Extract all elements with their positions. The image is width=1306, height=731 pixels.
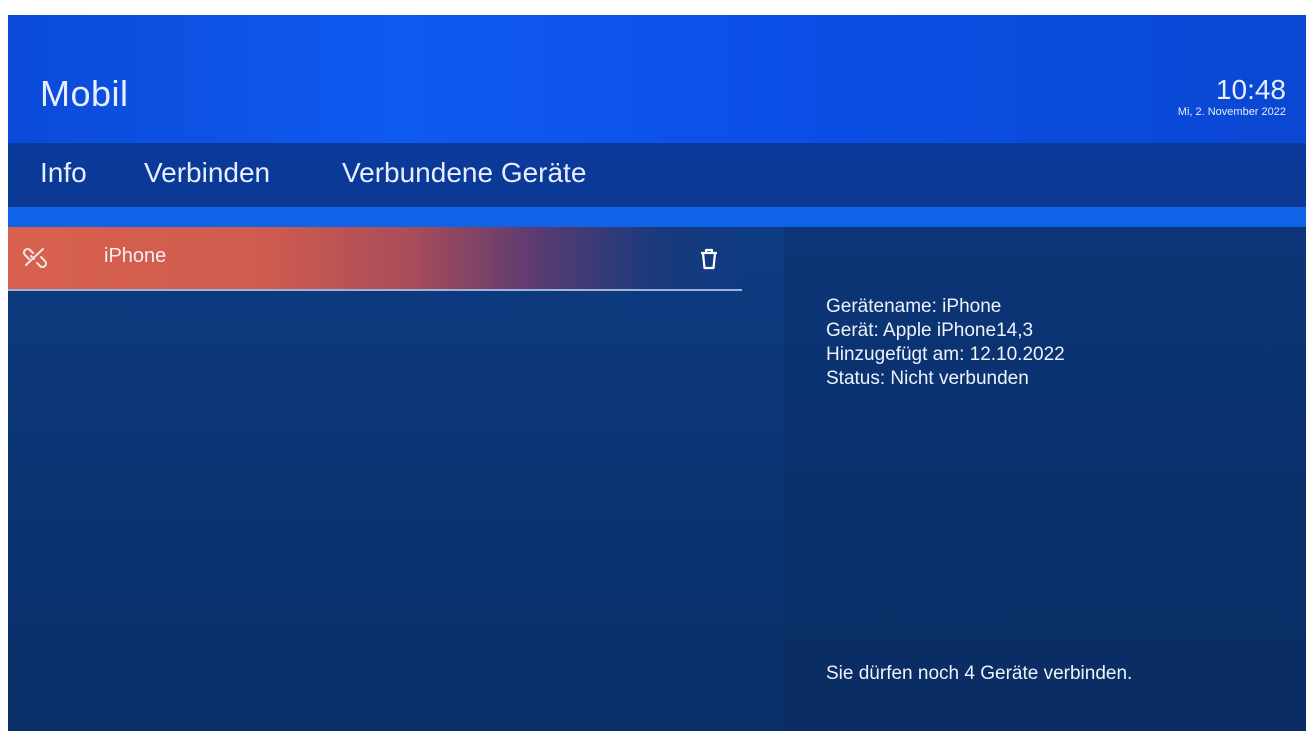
tab-bar: Info Verbinden Verbundene Geräte — [8, 143, 1306, 207]
device-row-iphone[interactable]: iPhone — [8, 227, 742, 291]
device-list: iPhone — [8, 227, 784, 731]
detail-device-name: Gerätename: iPhone — [826, 296, 1002, 317]
tab-verbinden[interactable]: Verbinden — [144, 157, 270, 189]
detail-status: Status: Nicht verbunden — [826, 368, 1029, 389]
header-bar: Mobil 10:48 Mi, 2. November 2022 — [8, 15, 1306, 143]
tab-indicator-strip — [8, 207, 1306, 227]
device-name: iPhone — [104, 245, 167, 267]
device-details: Gerätename: iPhone Gerät: Apple iPhone14… — [826, 295, 1065, 391]
device-details-panel: Gerätename: iPhone Gerät: Apple iPhone14… — [784, 227, 1306, 731]
detail-device-model: Gerät: Apple iPhone14,3 — [826, 320, 1034, 341]
tv-screen: Mobil 10:48 Mi, 2. November 2022 Info Ve… — [8, 15, 1306, 731]
tab-verbundene-geraete[interactable]: Verbundene Geräte — [342, 157, 586, 189]
clock-time: 10:48 — [1215, 74, 1286, 105]
page-title: Mobil — [40, 73, 129, 114]
clock: 10:48 Mi, 2. November 2022 — [1178, 75, 1286, 119]
tab-info[interactable]: Info — [40, 157, 87, 189]
clock-date: Mi, 2. November 2022 — [1177, 106, 1286, 118]
remaining-devices-note: Sie dürfen noch 4 Geräte verbinden. — [826, 663, 1133, 684]
detail-added-on: Hinzugefügt am: 12.10.2022 — [826, 344, 1065, 365]
